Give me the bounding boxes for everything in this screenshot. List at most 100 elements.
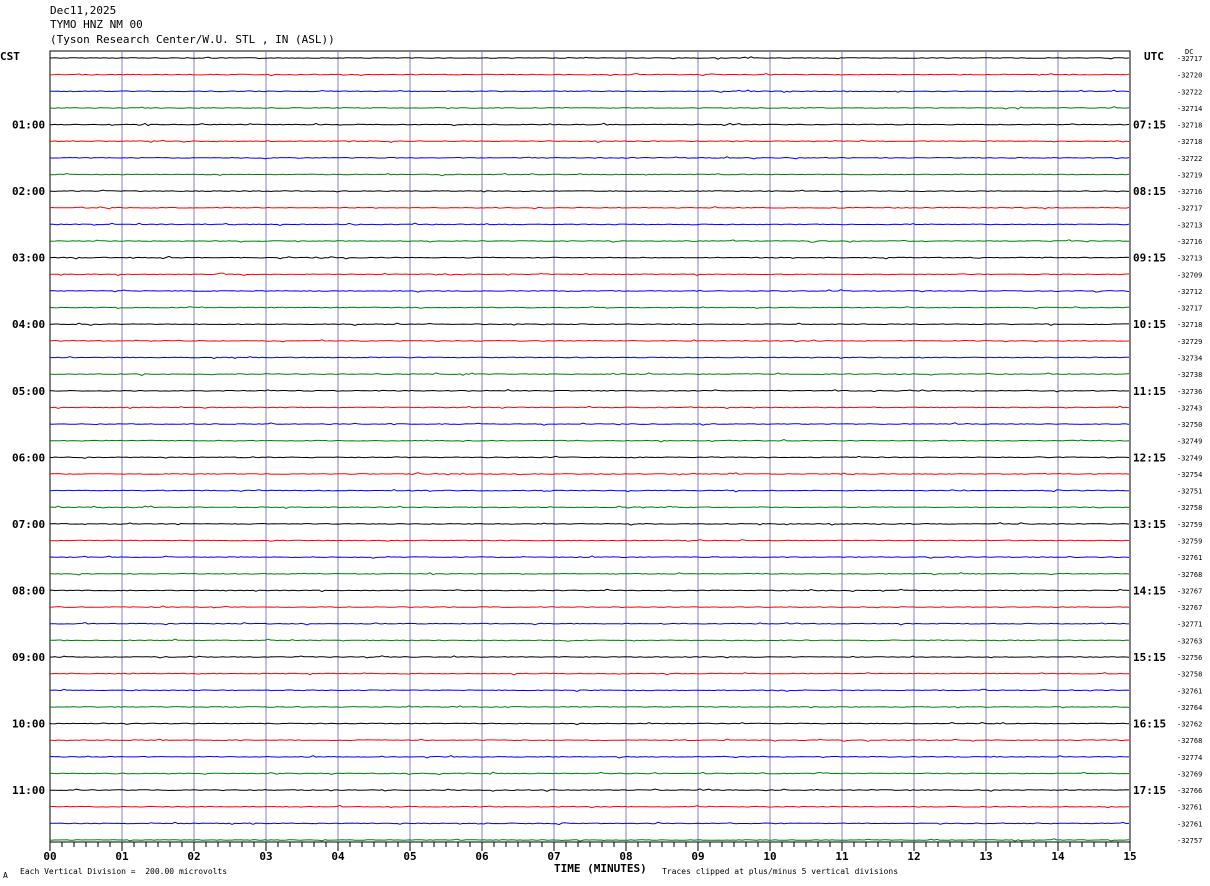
dc-offset-label: -32717 [1177,305,1202,313]
hour-label-right: 13:15 [1133,518,1166,531]
seismic-trace [49,688,1130,693]
seismic-trace [49,489,1130,493]
x-tick-label: 04 [331,850,345,863]
seismic-trace [49,156,1130,160]
dc-offset-label: -32729 [1177,338,1202,346]
hour-label-left: 04:00 [12,318,45,331]
hour-label-right: 16:15 [1133,718,1166,731]
dc-offset-label: -32714 [1177,105,1202,113]
seismic-trace [49,522,1130,526]
x-tick-label: 11 [835,850,849,863]
seismic-trace [49,572,1130,576]
x-tick-label: 02 [187,850,200,863]
seismic-trace [49,356,1129,360]
dc-offset-label: -32768 [1177,571,1202,579]
dc-offset-label: -32722 [1177,155,1202,163]
seismic-trace [49,804,1130,809]
seismic-trace [50,605,1130,609]
hour-label-right: 08:15 [1133,185,1166,198]
hour-label-right: 11:15 [1133,385,1166,398]
dc-offset-label: -32761 [1177,820,1202,828]
dc-offset-label: -32761 [1177,554,1202,562]
seismic-trace [49,189,1130,193]
dc-offset-label: -32761 [1177,687,1202,695]
dc-offset-label: -32759 [1177,521,1202,529]
seismic-trace [49,505,1130,509]
seismic-trace [50,139,1130,143]
seismic-trace [49,555,1130,559]
seismic-trace [49,588,1130,593]
seismic-trace [49,821,1130,826]
hour-label-right: 17:15 [1133,784,1166,797]
dc-offset-label: -32757 [1177,837,1202,845]
hour-label-right: 15:15 [1133,651,1166,664]
seismic-trace [49,638,1130,642]
dc-offset-label: -32766 [1177,787,1202,795]
dc-offset-label: -32758 [1177,671,1202,679]
dc-offset-label: -32717 [1177,55,1202,63]
dc-offset-label: -32743 [1177,404,1202,412]
hour-label-left: 01:00 [12,119,45,132]
dc-offset-label: -32764 [1177,704,1202,712]
x-axis-label: TIME (MINUTES) [554,862,647,875]
dc-offset-label: -32718 [1177,321,1202,329]
seismic-trace [49,738,1130,742]
seismic-trace [49,306,1129,310]
seismic-trace [49,206,1130,210]
hour-label-left: 06:00 [12,451,45,464]
hour-label-right: 14:15 [1133,584,1166,597]
seismic-trace [50,322,1129,327]
seismic-trace [50,56,1130,60]
seismic-trace [49,255,1130,260]
x-tick-label: 06 [475,850,489,863]
seismic-trace [49,106,1130,110]
x-tick-label: 10 [763,850,776,863]
dc-offset-label: -32767 [1177,587,1202,595]
dc-offset-label: -32713 [1177,255,1202,263]
seismic-trace [49,755,1129,759]
seismic-trace [49,72,1130,77]
dc-offset-label: -32751 [1177,488,1202,496]
dc-offset-label: -32709 [1177,271,1202,279]
seismic-trace [49,655,1130,659]
hour-label-left: 03:00 [12,252,45,265]
seismic-trace [49,422,1130,426]
dc-offset-label: -32736 [1177,388,1202,396]
x-tick-label: 15 [1123,850,1136,863]
seismic-trace [49,172,1130,177]
seismic-trace [49,455,1130,459]
dc-offset-label: -32768 [1177,737,1202,745]
seismic-trace [49,272,1129,277]
x-tick-label: 01 [115,850,129,863]
hour-label-right: 12:15 [1133,451,1166,464]
dc-offset-label: -32767 [1177,604,1202,612]
clip-note: Traces clipped at plus/minus 5 vertical … [662,867,899,876]
dc-offset-label: -32761 [1177,804,1202,812]
hour-label-left: 07:00 [12,518,45,531]
x-tick-label: 12 [907,850,920,863]
dc-offset-label: -32756 [1177,654,1202,662]
dc-offset-label: -32738 [1177,371,1202,379]
seismic-trace [49,222,1130,227]
dc-offset-label: -32750 [1177,421,1202,429]
x-tick-label: 00 [43,850,56,863]
seismic-trace [49,788,1130,792]
dc-offset-label: -32716 [1177,188,1202,196]
dc-offset-label: -32712 [1177,288,1202,296]
dc-offset-label: -32717 [1177,205,1202,213]
dc-offset-label: -32719 [1177,172,1202,180]
hour-label-left: 09:00 [12,651,45,664]
dc-offset-label: -32749 [1177,454,1202,462]
dc-offset-label: -32734 [1177,355,1202,363]
hour-label-left: 10:00 [12,718,45,731]
seismic-trace [50,621,1130,626]
dc-offset-label: -32754 [1177,471,1202,479]
hour-label-left: 02:00 [12,185,45,198]
hour-label-left: 11:00 [12,784,45,797]
seismic-trace [49,89,1130,93]
hour-label-right: 07:15 [1133,119,1166,132]
seismic-trace [49,339,1130,343]
seismic-trace [49,372,1130,376]
dc-offset-label: -32722 [1177,88,1202,96]
seismic-trace [49,838,1130,842]
